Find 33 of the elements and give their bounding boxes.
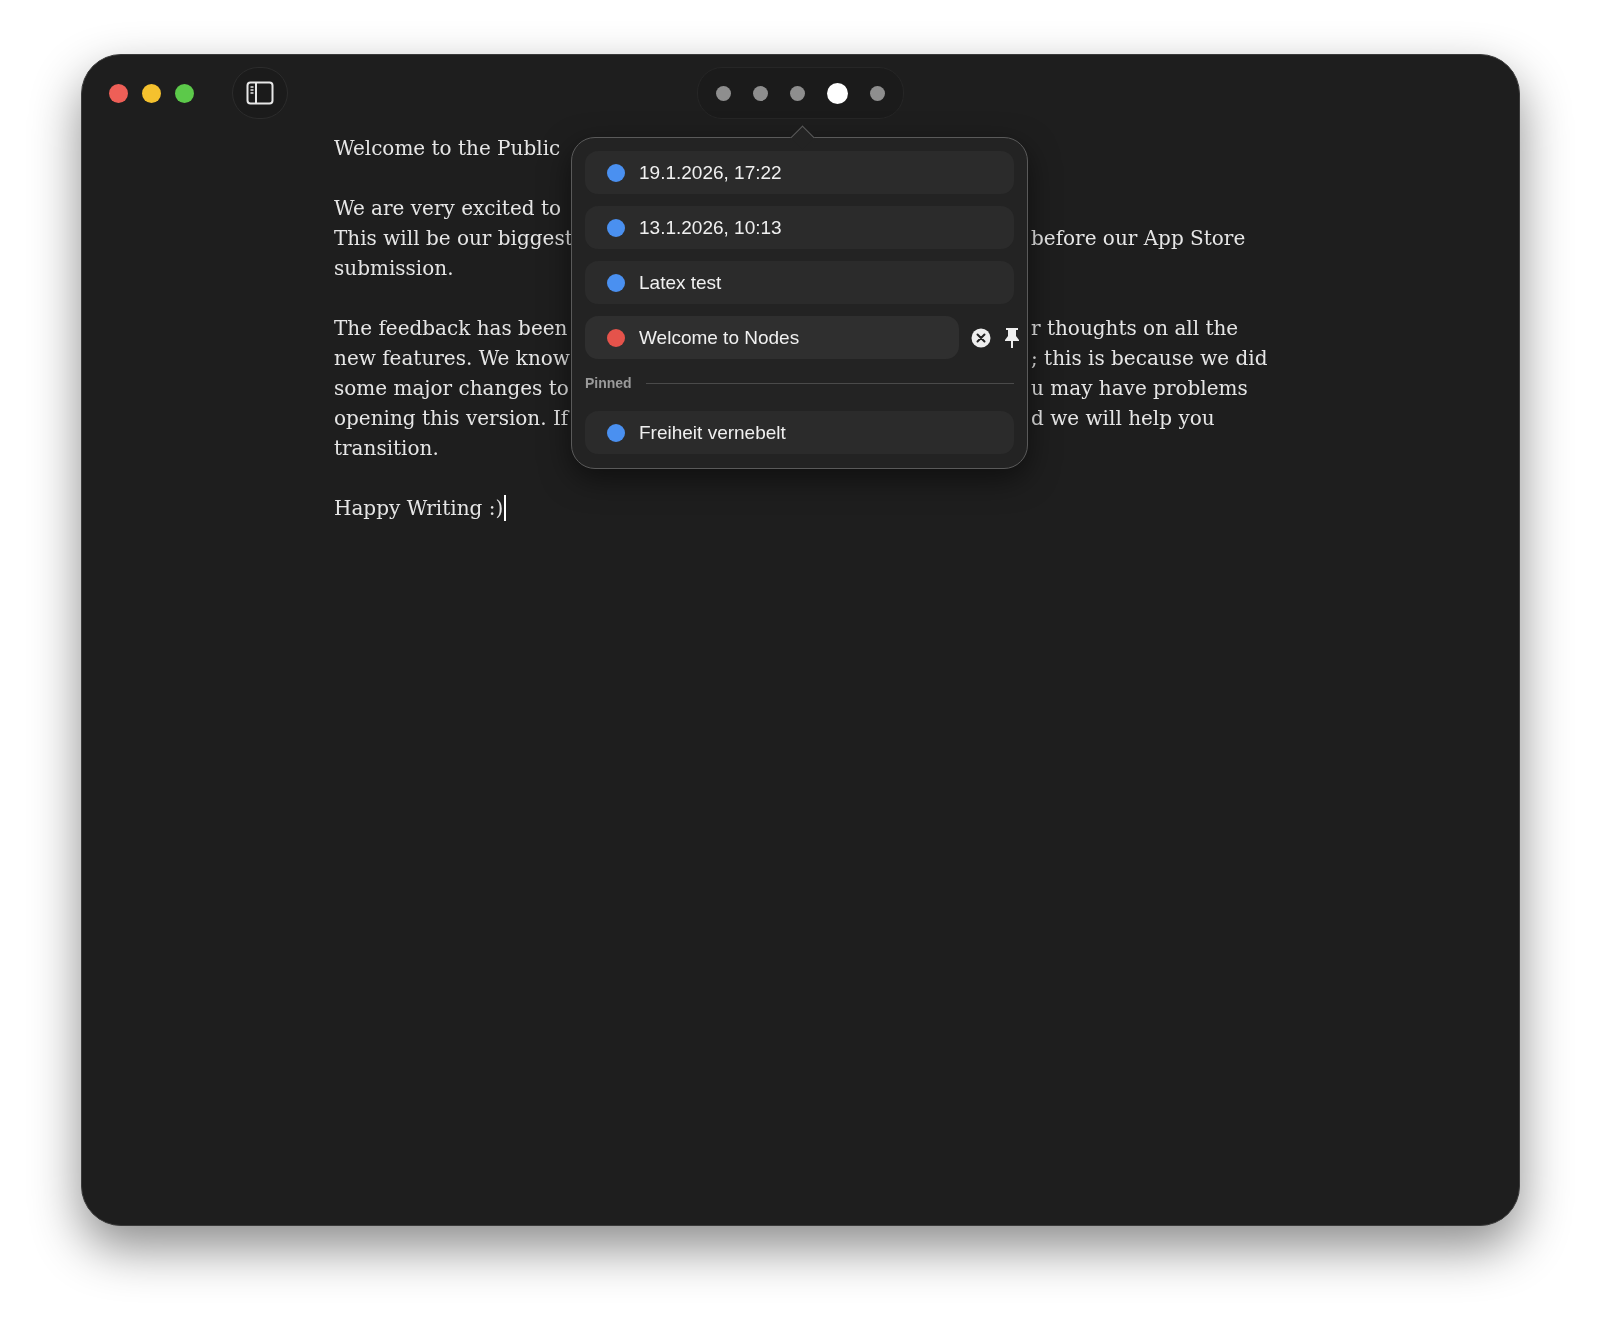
text-line: d we will help you <box>1031 405 1216 432</box>
text-line: transition. <box>334 435 439 462</box>
text-line: opening this version. If <box>334 405 569 432</box>
text-line: ; this is because we did <box>1031 345 1269 372</box>
history-item[interactable]: Latex test <box>585 261 1014 304</box>
page-dot[interactable] <box>716 85 731 101</box>
close-icon[interactable] <box>971 327 991 348</box>
text-line: r thoughts on all the <box>1031 315 1240 342</box>
minimize-button[interactable] <box>142 83 161 103</box>
page-dot[interactable] <box>790 85 805 101</box>
sidebar-toggle-button[interactable] <box>232 67 288 119</box>
zoom-button[interactable] <box>175 83 194 103</box>
text-line: The feedback has been <box>334 315 568 342</box>
text-line: new features. We know <box>334 345 570 372</box>
text-line: We are very excited to <box>334 195 561 222</box>
history-item[interactable]: 19.1.2026, 17:22 <box>585 151 1014 194</box>
history-item[interactable]: Welcome to Nodes <box>585 316 959 359</box>
history-item[interactable]: Freiheit vernebelt <box>585 411 1014 454</box>
text-line: Welcome to the Public <box>334 135 561 162</box>
close-button[interactable] <box>109 83 128 103</box>
page-dot[interactable] <box>870 85 885 101</box>
sidebar-icon <box>246 81 274 105</box>
section-label: Pinned <box>585 375 632 391</box>
text-line: Happy Writing :) <box>334 495 504 522</box>
text-line: This will be our biggest <box>334 225 573 252</box>
text-line: u may have problems <box>1031 375 1249 402</box>
page-dot[interactable] <box>753 85 768 101</box>
text-line: some major changes to <box>334 375 569 402</box>
page-dot[interactable] <box>827 82 848 104</box>
text-line: before our App Store <box>1031 225 1247 252</box>
pin-icon[interactable] <box>1003 326 1021 349</box>
history-item[interactable]: 13.1.2026, 10:13 <box>585 206 1014 249</box>
text-line: submission. <box>334 255 454 282</box>
